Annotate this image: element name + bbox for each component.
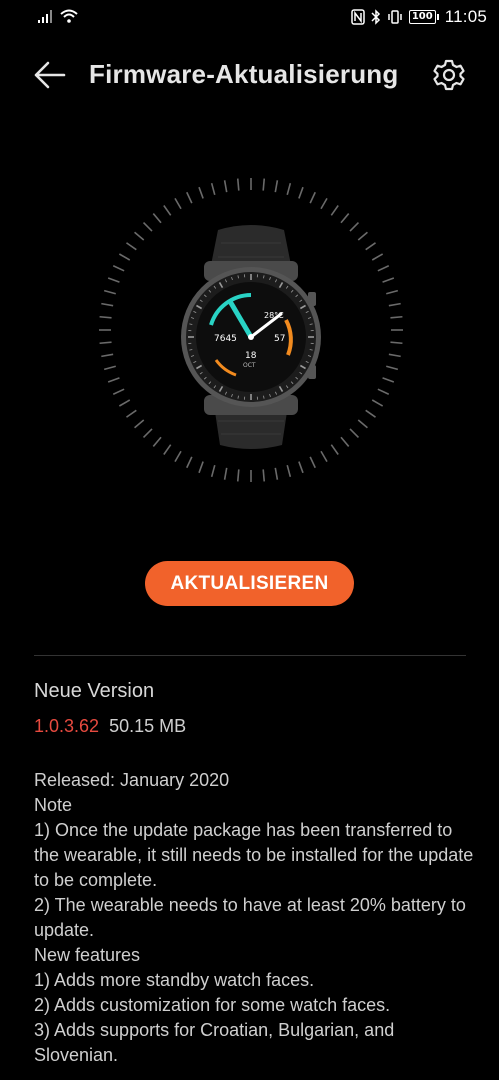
signal-icon [38,10,52,23]
release-note-line: Note [34,795,73,815]
release-note-line: 1) Adds more standby watch faces. [34,970,315,990]
watch-illustration: 28°C 7645 57 18 OCT [99,178,403,482]
status-bar-right: 100 11:05 [351,7,487,27]
version-info: 1.0.3.62 50.15 MB [34,716,186,737]
battery-icon: 100 [408,10,439,24]
watch-day: 18 [245,351,257,361]
release-note-line: 2) Adds customization for some watch fac… [34,995,391,1015]
release-note-line: 2) The wearable needs to have at least 2… [34,895,466,940]
watch-hero: 28°C 7645 57 18 OCT [96,175,406,485]
release-note-line: New features [34,945,141,965]
version-size: 50.15 MB [109,716,187,736]
release-note-line: 1) Once the update package has been tran… [34,820,474,890]
watch-steps: 7645 [214,334,237,344]
status-time: 11:05 [444,7,487,26]
bluetooth-icon [371,9,380,25]
settings-button[interactable] [431,57,467,93]
gear-icon [433,59,465,91]
watch-heart-rate: 57 [274,334,285,344]
version-heading: Neue Version [34,680,155,702]
arrow-left-icon [34,61,66,89]
release-notes: Released: January 2020 Note 1) Once the … [34,768,474,1068]
wifi-icon [60,9,78,23]
page-title: Firmware-Aktualisierung [89,59,399,89]
watch-temperature: 28°C [264,311,284,320]
status-bar-left [38,9,78,23]
watch-month: OCT [243,362,256,369]
firmware-update-screen: 100 11:05 Firmware-Aktualisierung 28°C 7… [0,0,499,1080]
battery-level: 100 [408,10,436,24]
update-button[interactable]: AKTUALISIEREN [145,561,354,606]
back-button[interactable] [30,58,70,92]
divider [34,655,466,656]
nfc-icon [351,9,365,25]
status-bar: 100 11:05 [0,0,499,36]
app-bar: Firmware-Aktualisierung [0,50,499,100]
vibrate-icon [388,10,402,24]
release-note-line: Released: January 2020 [34,770,230,790]
release-note-line: 3) Adds supports for Croatian, Bulgarian… [34,1020,395,1065]
version-number: 1.0.3.62 [34,716,100,736]
